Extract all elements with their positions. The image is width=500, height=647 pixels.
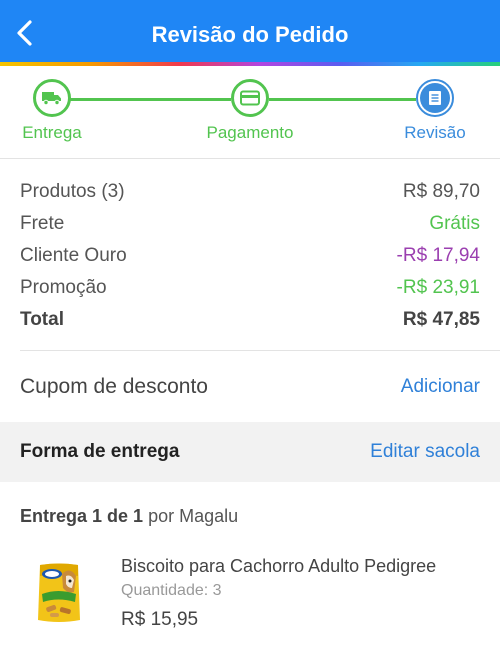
summary-value: -R$ 17,94: [396, 245, 480, 266]
edit-cart-link[interactable]: Editar sacola: [370, 441, 480, 463]
delivery-count: Entrega 1 de 1: [20, 506, 144, 526]
summary-value: Grátis: [429, 213, 480, 234]
summary-label: Produtos (3): [20, 181, 125, 202]
cupom-label: Cupom de desconto: [20, 375, 208, 398]
step-entrega[interactable]: [33, 79, 71, 117]
summary-value: R$ 89,70: [402, 181, 480, 202]
step-label-pagamento: Pagamento: [206, 123, 294, 142]
summary-label: Total: [20, 309, 64, 330]
product-image[interactable]: [36, 562, 82, 624]
product-quantity: Quantidade: 3: [121, 582, 222, 599]
section-title: Forma de entrega: [20, 441, 180, 462]
summary-label: Frete: [20, 213, 65, 234]
add-coupon-link[interactable]: Adicionar: [401, 376, 480, 398]
page-title: Revisão do Pedido: [151, 22, 349, 47]
checkout-stepper: Entrega Pagamento Revisão: [0, 66, 500, 158]
step-revisao[interactable]: [416, 79, 454, 117]
step-label-revisao: Revisão: [404, 123, 466, 142]
step-pagamento[interactable]: [231, 79, 269, 117]
summary-value: -R$ 23,91: [396, 277, 480, 298]
divider: [0, 158, 500, 159]
delivery-title: Entrega 1 de 1 por Magalu: [20, 506, 238, 527]
document-icon: [429, 91, 441, 105]
step-connector: [70, 98, 231, 101]
product-price: R$ 15,95: [121, 609, 199, 630]
card-icon: [240, 90, 260, 106]
delivery-seller: por Magalu: [148, 506, 239, 526]
divider: [20, 350, 500, 351]
step-connector: [269, 98, 416, 101]
summary-label: Cliente Ouro: [20, 245, 127, 266]
summary-value: R$ 47,85: [402, 309, 480, 330]
summary-label: Promoção: [20, 277, 107, 298]
step-label-entrega: Entrega: [22, 123, 82, 142]
product-name[interactable]: Biscoito para Cachorro Adulto Pedigree: [121, 556, 436, 577]
header-bar: Revisão do Pedido: [0, 0, 500, 62]
truck-icon: [42, 92, 61, 106]
